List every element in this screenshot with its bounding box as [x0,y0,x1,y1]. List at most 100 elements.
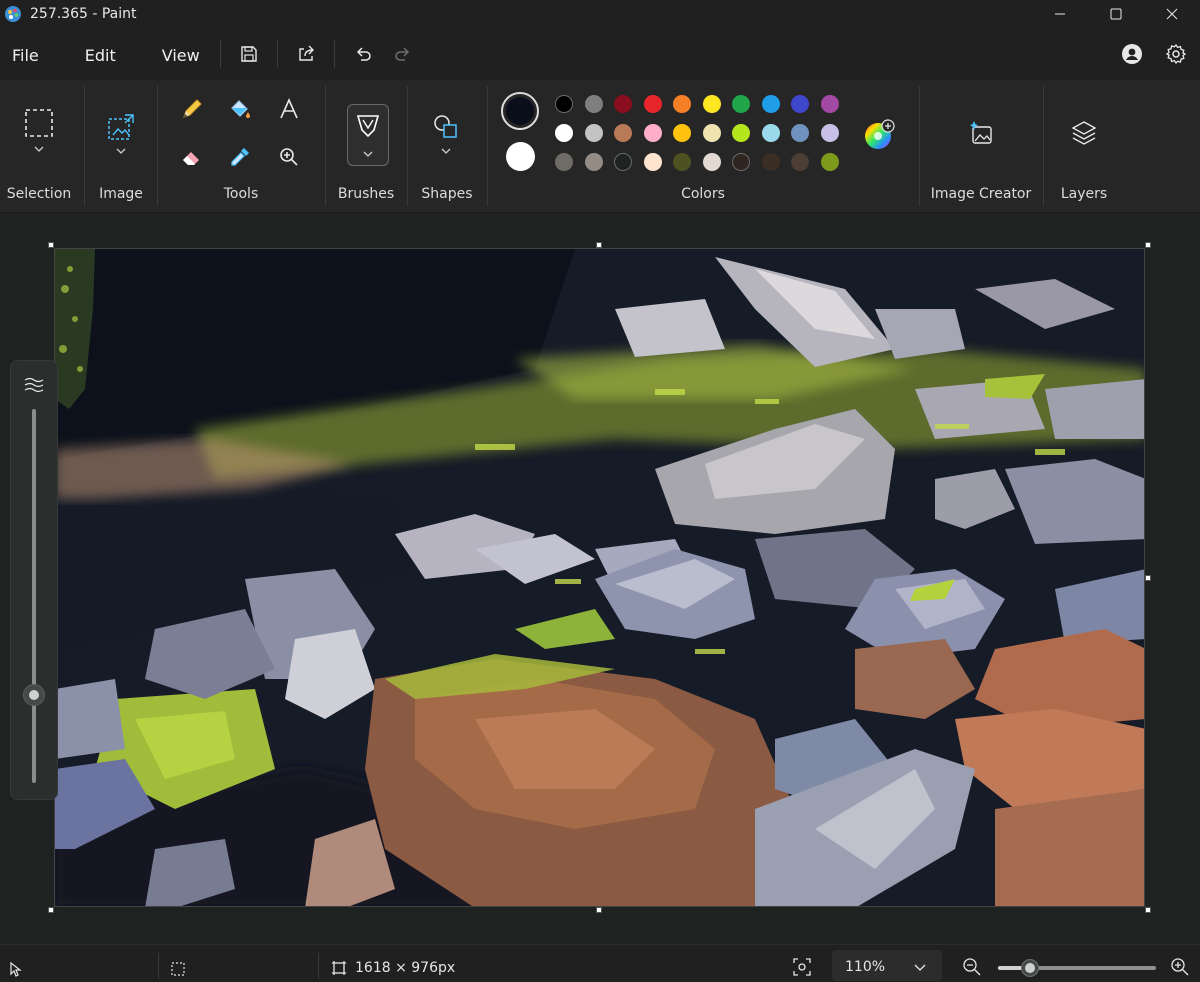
magnifier-tool[interactable] [272,140,306,174]
zoom-in-button[interactable] [1170,957,1192,979]
colors-group-label: Colors [681,186,725,202]
palette-color-swatch[interactable] [702,153,721,171]
palette-color-swatch[interactable] [732,153,750,171]
zoom-dropdown[interactable]: 110% [832,950,942,981]
pencil-tool[interactable] [175,92,209,126]
minimize-button[interactable] [1032,0,1088,28]
settings-button[interactable] [1156,34,1196,74]
image-button[interactable] [104,110,138,158]
save-button[interactable] [229,34,269,74]
shapes-group: Shapes [408,80,486,212]
palette-color-swatch[interactable] [584,153,603,171]
palette-color-swatch[interactable] [732,95,750,113]
menu-bar: File Edit View [0,28,1200,80]
brush-size-slider[interactable] [10,360,58,800]
menu-edit[interactable]: Edit [73,28,128,80]
chevron-down-icon [914,964,926,971]
brushes-button[interactable] [347,104,389,166]
palette-color-swatch[interactable] [732,124,750,142]
slider-thumb[interactable] [23,684,45,706]
palette-color-swatch[interactable] [791,153,809,171]
selection-size-icon [171,962,185,976]
palette-color-swatch[interactable] [584,95,603,113]
color-wheel-icon [865,119,895,149]
palette-color-swatch[interactable] [673,95,691,113]
palette-color-swatch[interactable] [761,124,780,142]
layers-button[interactable] [1067,116,1101,150]
maximize-button[interactable] [1088,0,1144,28]
menu-file[interactable]: File [0,28,51,80]
palette-color-swatch[interactable] [791,95,809,113]
image-creator-button[interactable] [964,116,998,150]
user-avatar-icon [1122,44,1142,64]
zoom-out-button[interactable] [962,957,984,979]
resize-handle-bottom[interactable] [596,907,602,913]
palette-color-swatch[interactable] [555,124,573,142]
palette-color-swatch[interactable] [614,95,632,113]
palette-color-swatch[interactable] [643,153,662,171]
share-button[interactable] [286,34,326,74]
text-icon [280,98,298,119]
colors-group: Colors [488,80,918,212]
primary-color-ring[interactable] [501,92,539,130]
account-button[interactable] [1112,34,1152,74]
secondary-color-swatch[interactable] [506,142,535,171]
layers-icon [1071,121,1097,145]
palette-color-swatch[interactable] [702,124,721,142]
palette-color-swatch[interactable] [673,124,691,142]
resize-handle-top-right[interactable] [1145,242,1151,248]
fit-to-window-button[interactable] [792,957,814,979]
layers-group-label: Layers [1060,186,1108,202]
palette-color-swatch[interactable] [761,153,780,171]
brush-icon [356,115,380,157]
menu-view[interactable]: View [150,28,212,80]
eraser-icon [183,152,199,165]
palette-color-swatch[interactable] [791,124,809,142]
shapes-button[interactable] [429,110,463,158]
resize-handle-bottom-left[interactable] [48,907,54,913]
palette-color-swatch[interactable] [702,95,721,113]
fill-tool[interactable] [223,92,257,126]
maximize-icon [1110,8,1122,20]
selection-button[interactable] [22,106,56,154]
color-picker-tool[interactable] [223,140,257,174]
pencil-icon [183,99,202,118]
palette-color-swatch[interactable] [820,153,839,171]
status-bar: 1618 × 976px [0,944,1200,982]
save-icon [241,46,257,62]
resize-handle-bottom-right[interactable] [1145,907,1151,913]
resize-handle-right[interactable] [1145,575,1151,581]
redo-button[interactable] [383,34,423,74]
palette-color-swatch[interactable] [584,124,603,142]
image-creator-icon [970,121,992,144]
drawing-canvas[interactable] [54,248,1145,907]
edit-colors-button[interactable] [862,118,896,152]
resize-handle-top[interactable] [596,242,602,248]
image-crop-icon [108,114,134,154]
palette-color-swatch[interactable] [673,153,691,171]
resize-handle-top-left[interactable] [48,242,54,248]
image-creator-group: Image Creator [920,80,1042,212]
zoom-slider-thumb[interactable] [1020,959,1039,977]
zoom-slider-track[interactable] [998,959,1156,977]
shapes-icon [434,115,457,154]
text-tool[interactable] [272,92,306,126]
palette-color-swatch[interactable] [555,95,573,113]
undo-button[interactable] [343,34,383,74]
palette-color-swatch[interactable] [643,124,662,142]
palette-color-swatch[interactable] [820,95,839,113]
eraser-tool[interactable] [175,140,209,174]
palette-color-swatch[interactable] [820,124,839,142]
rectangle-select-icon [25,109,53,152]
palette-color-swatch[interactable] [555,153,573,171]
close-icon [1166,8,1178,20]
shapes-group-label: Shapes [421,186,473,202]
undo-icon [356,47,371,61]
palette-color-swatch[interactable] [643,95,662,113]
close-button[interactable] [1144,0,1200,28]
rock-painting [55,249,1144,906]
palette-color-swatch[interactable] [761,95,780,113]
slider-track[interactable] [32,409,36,783]
palette-color-swatch[interactable] [614,153,632,171]
palette-color-swatch[interactable] [614,124,632,142]
